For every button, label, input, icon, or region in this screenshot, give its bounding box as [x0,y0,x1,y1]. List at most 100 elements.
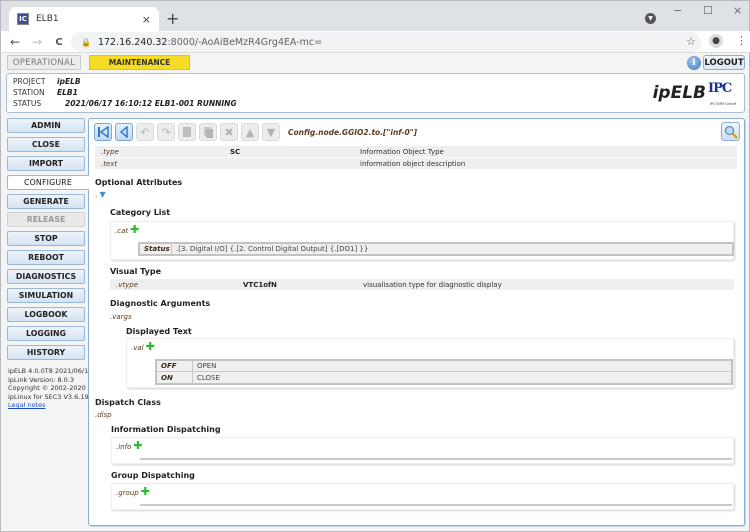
favicon-icon: IC [17,13,29,25]
vtype-description: visualisation type for diagnostic displa… [363,280,502,289]
maximize-icon[interactable]: ☐ [703,4,713,17]
category-row-value: .[3. Digital I/O] {.[2. Control Digital … [176,245,369,253]
status-row: STATUS 2021/06/17 16:10:12 ELB1-001 RUNN… [13,99,237,108]
tab-search-icon[interactable]: ▼ [645,13,656,24]
version-line: ipELB 4.0.0T8 2021/06/16 [8,367,88,375]
information-dispatching-title: Information Dispatching [111,425,221,434]
add-val-icon[interactable]: ✚ [146,341,155,352]
station-label: STATION [13,88,45,97]
attribute-description: Information Object Type [360,147,444,156]
info-key-row: .info ✚ [116,440,143,451]
delete-icon[interactable]: ✖ [220,123,238,141]
visual-type-title: Visual Type [110,267,162,276]
brand-name: ipELB [652,83,706,103]
sidebar-item-release[interactable]: RELEASE [7,212,85,228]
move-up-icon[interactable]: ▲ [241,123,259,141]
add-group-icon[interactable]: ✚ [141,486,150,497]
sidebar-item-close[interactable]: CLOSE [7,136,85,152]
logo-mark: IPC [708,81,732,96]
sidebar-item-logbook[interactable]: LOGBOOK [7,306,85,322]
redo-icon[interactable]: ↷ [157,123,175,141]
tab-close-icon[interactable]: × [142,13,151,26]
sidebar-item-diagnostics[interactable]: DIAGNOSTICS [7,269,85,285]
search-icon[interactable] [721,122,740,141]
version-line: Copyright © 2002-2020 IPCOMM [8,384,88,393]
sidebar-item-configure[interactable]: CONFIGURE [7,174,89,190]
attribute-row[interactable]: .text information object description [95,158,737,170]
sidebar-item-history[interactable]: HISTORY [7,344,85,360]
displayed-text-row[interactable]: ON CLOSE [157,372,731,383]
displayed-text-title: Displayed Text [126,327,192,336]
version-info: ipELB 4.0.0T8 2021/06/16 ipLink Version:… [8,367,88,410]
info-icon[interactable]: i [687,56,701,70]
bookmark-star-icon[interactable]: ☆ [686,35,696,48]
version-line: ipLinux for SEC3 V3.6.19 2 [8,392,88,401]
browser-toolbar: ← → C 🔒 172.16.240.32:8000/-AoAiBeMzR4Gr… [1,31,750,53]
browser-tab[interactable]: IC ELB1 × [9,7,159,31]
category-key: .cat [115,227,129,235]
sidebar-item-stop[interactable]: STOP [7,231,85,247]
station-row: STATION ELB1 [13,88,78,97]
maintenance-mode-button[interactable]: MAINTENANCE [89,55,190,70]
window-close-icon[interactable]: × [733,4,742,17]
project-value: ipELB [57,77,81,86]
displayed-text-value: CLOSE [197,373,220,382]
group-key-row: .group ✚ [116,486,150,497]
add-info-icon[interactable]: ✚ [133,440,142,451]
category-row[interactable]: Status .[3. Digital I/O] {.[2. Control D… [140,244,732,254]
station-value: ELB1 [57,88,78,97]
logo-subtitle: IPCOMM GmbH [709,102,737,106]
profile-icon[interactable]: ● [709,34,723,48]
sidebar-item-reboot[interactable]: REBOOT [7,250,85,266]
sidebar-item-simulation[interactable]: SIMULATION [7,288,85,304]
first-icon[interactable] [94,123,112,141]
browser-menu-icon[interactable]: ⋮ [736,34,747,47]
operational-mode-button[interactable]: OPERATIONAL [7,55,81,70]
back-icon[interactable]: ← [4,35,26,49]
address-bar[interactable]: 🔒 172.16.240.32:8000/-AoAiBeMzR4Grg4EA-m… [71,32,701,52]
url-path: :8000/-AoAiBeMzR4Grg4EA-mc= [167,36,323,48]
optional-attributes-title: Optional Attributes [95,178,183,187]
vtype-row[interactable]: .vtype VTC1ofN visualisation type for di… [110,279,734,291]
dispatch-class-title: Dispatch Class [95,398,161,407]
new-tab-icon[interactable]: + [166,9,179,28]
url-host: 172.16.240.32 [97,36,168,48]
attribute-value: SC [230,147,241,156]
sidebar-item-generate[interactable]: GENERATE [7,193,85,209]
forward-icon[interactable]: → [26,35,48,49]
lock-icon: 🔒 [81,37,91,47]
status-label: STATUS [13,99,42,108]
group-dispatching-title: Group Dispatching [111,471,195,480]
back-nav-icon[interactable] [115,123,133,141]
sidebar-item-admin[interactable]: ADMIN [7,118,85,133]
project-row: PROJECT ipELB [13,77,81,86]
val-key: .val [131,344,144,352]
copy-icon[interactable] [178,123,196,141]
expand-triangle-icon[interactable]: ▼ [99,190,105,199]
paste-icon[interactable] [199,123,217,141]
add-category-icon[interactable]: ✚ [130,224,139,235]
category-row-key: Status [140,244,172,254]
displayed-text-row[interactable]: OFF OPEN [157,361,731,372]
app: OPERATIONAL MAINTENANCE i LOGOUT PROJECT… [0,52,750,532]
displayed-text-key: ON [157,372,193,383]
move-down-icon[interactable]: ▼ [262,123,280,141]
optional-toggle[interactable]: . ▼ [95,190,106,199]
project-label: PROJECT [13,77,46,86]
vtype-value: VTC1ofN [243,280,277,289]
sidebar-item-logging[interactable]: LOGGING [7,325,85,341]
legal-notes-link[interactable]: Legal notes [8,401,46,409]
vargs-key: .vargs [110,313,132,321]
minimize-icon[interactable]: − [673,4,682,17]
logout-button[interactable]: LOGOUT [703,55,745,70]
undo-icon[interactable]: ↶ [136,123,154,141]
reload-icon[interactable]: C [48,37,70,48]
group-key: .group [116,489,139,497]
config-panel: ↶ ↷ ✖ ▲ ▼ Config.node.GGIO2.to.["inf-0"]… [88,118,745,526]
attribute-key: .type [101,147,119,156]
group-dispatching-card: .group ✚ [111,483,734,510]
sidebar: ADMIN CLOSE IMPORT CONFIGURE GENERATE RE… [7,118,89,364]
sidebar-item-import[interactable]: IMPORT [7,155,85,171]
attribute-row[interactable]: .type SC Information Object Type [95,146,737,158]
category-key-row: .cat ✚ [115,224,139,235]
